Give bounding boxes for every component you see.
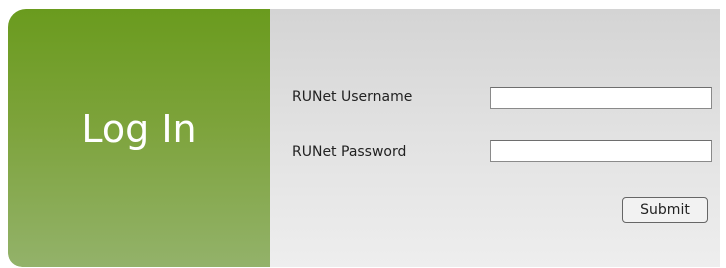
login-form: RUNet Username RUNet Password Submit (270, 9, 720, 267)
login-title: Log In (81, 107, 197, 151)
login-box: Log In RUNet Username RUNet Password Sub… (8, 9, 720, 267)
password-input[interactable] (490, 140, 712, 162)
username-label: RUNet Username (292, 89, 413, 105)
login-title-panel: Log In (8, 9, 270, 267)
submit-button[interactable]: Submit (622, 197, 708, 223)
username-input[interactable] (490, 87, 712, 109)
password-label: RUNet Password (292, 144, 407, 160)
